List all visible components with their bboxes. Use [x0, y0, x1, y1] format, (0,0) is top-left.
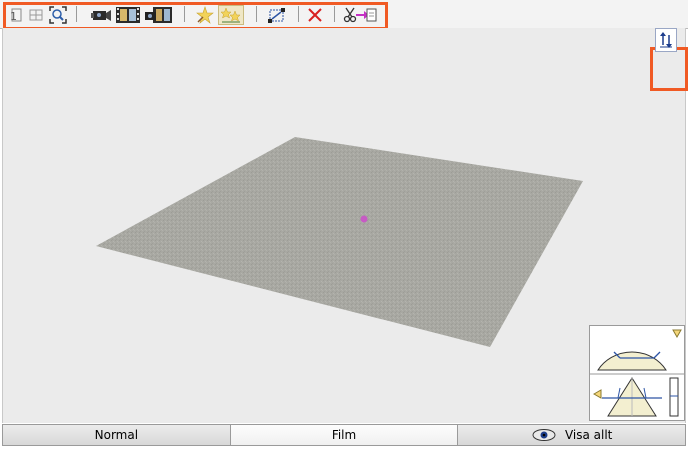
- svg-text:1: 1: [10, 10, 17, 23]
- lights-toggle-icon: [220, 7, 241, 23]
- toolbar-separator: [334, 6, 335, 22]
- app-window: 1 Normal Film Visa allt: [0, 0, 688, 449]
- zoom-selection-button[interactable]: 1: [7, 5, 25, 25]
- camera-navigator-icon: [590, 326, 684, 417]
- zoom-window-button[interactable]: [27, 5, 45, 25]
- sun-light-button[interactable]: [195, 5, 215, 25]
- cut-paste-icon: [343, 7, 377, 23]
- camera-navigation-widget[interactable]: [589, 325, 685, 421]
- vertical-arrows-icon: [660, 32, 672, 48]
- toolbar-separator: [256, 6, 257, 22]
- camera-film-icon: [145, 7, 172, 23]
- tab-normal-label: Normal: [94, 428, 139, 442]
- film-strip-button[interactable]: [116, 5, 140, 25]
- swap-view-button[interactable]: [655, 28, 677, 52]
- cut-paste-button[interactable]: [343, 5, 377, 25]
- tab-show-all-label: Visa allt: [564, 428, 613, 442]
- camera-button[interactable]: [90, 5, 112, 25]
- 3d-viewport[interactable]: [2, 28, 688, 423]
- transform-points-icon: [268, 8, 285, 23]
- zoom-extents-icon: [49, 6, 67, 24]
- sun-light-icon: [196, 6, 214, 24]
- toolbar: 1: [0, 0, 688, 30]
- lights-toggle-button[interactable]: [218, 5, 244, 25]
- tab-film[interactable]: Film: [230, 425, 459, 445]
- tab-film-label: Film: [331, 428, 357, 442]
- zoom-selection-icon: 1: [10, 8, 22, 23]
- zoom-extents-button[interactable]: [48, 5, 68, 25]
- camera-film-button[interactable]: [144, 5, 172, 25]
- focus-point-marker[interactable]: [360, 215, 368, 223]
- zoom-window-icon: [29, 9, 43, 21]
- tab-show-all[interactable]: Visa allt: [458, 425, 686, 445]
- view-mode-tabs: Normal Film Visa allt: [2, 424, 686, 446]
- film-strip-icon: [116, 7, 140, 23]
- eye-icon: [531, 428, 557, 442]
- delete-button[interactable]: [306, 5, 324, 25]
- camera-icon: [91, 10, 111, 21]
- transform-points-button[interactable]: [267, 5, 287, 25]
- delete-icon: [308, 8, 322, 22]
- toolbar-separator: [184, 6, 185, 22]
- tab-normal[interactable]: Normal: [3, 425, 231, 445]
- scene-canvas[interactable]: [3, 28, 687, 423]
- ground-plane: [96, 137, 583, 347]
- toolbar-separator: [298, 6, 299, 22]
- side-toggle-highlight: [650, 47, 688, 91]
- toolbar-separator: [76, 6, 77, 22]
